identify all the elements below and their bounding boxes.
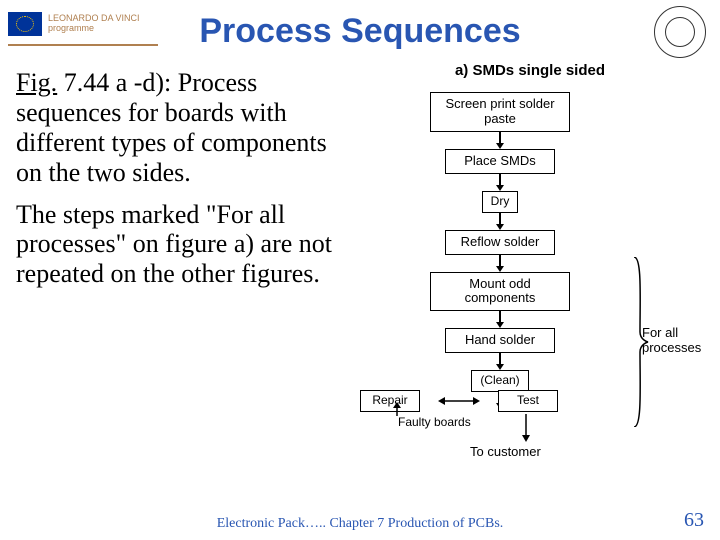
fig-ref: 7.44 a -d): bbox=[57, 68, 178, 97]
step-mount-odd: Mount odd components bbox=[430, 272, 570, 312]
seal-inner-icon bbox=[665, 17, 695, 47]
step-test: Test bbox=[498, 390, 558, 412]
seal-icon bbox=[654, 6, 706, 58]
terminal-customer: To customer bbox=[470, 444, 541, 459]
step-hand-solder: Hand solder bbox=[445, 328, 555, 353]
footer-text: Electronic Pack….. Chapter 7 Production … bbox=[0, 516, 720, 532]
eu-flag-icon bbox=[8, 12, 42, 36]
logo-underline bbox=[8, 44, 158, 46]
page-title: Process Sequences bbox=[199, 12, 520, 51]
faulty-text: Faulty boards bbox=[398, 416, 471, 429]
paragraph-2: The steps marked "For all processes" on … bbox=[16, 200, 346, 290]
flow-column: Screen print solder paste Place SMDs Dry… bbox=[430, 92, 570, 409]
flowchart-title: a) SMDs single sided bbox=[360, 62, 700, 79]
step-dry: Dry bbox=[482, 191, 519, 213]
body-text: Fig. 7.44 a -d): Process sequences for b… bbox=[16, 68, 346, 289]
step-place-smds: Place SMDs bbox=[445, 149, 555, 174]
paragraph-1: Fig. 7.44 a -d): Process sequences for b… bbox=[16, 68, 346, 188]
flowchart: a) SMDs single sided Screen print solder… bbox=[360, 62, 700, 482]
page-number: 63 bbox=[684, 509, 704, 532]
step-clean: (Clean) bbox=[471, 370, 528, 392]
step-screen-print: Screen print solder paste bbox=[430, 92, 570, 132]
step-reflow: Reflow solder bbox=[445, 230, 555, 255]
logo-text: LEONARDO DA VINCI programme bbox=[48, 14, 140, 34]
programme-logo: LEONARDO DA VINCI programme bbox=[8, 4, 158, 44]
brace-label: For all processes bbox=[642, 326, 702, 356]
arrow-down-icon bbox=[520, 414, 532, 442]
faulty-boards-label: Faulty boards bbox=[398, 416, 471, 429]
arrow-up-icon bbox=[390, 402, 404, 416]
logo-line2: programme bbox=[48, 24, 140, 34]
fig-label: Fig. bbox=[16, 68, 57, 97]
bidir-arrow-icon bbox=[438, 392, 480, 410]
